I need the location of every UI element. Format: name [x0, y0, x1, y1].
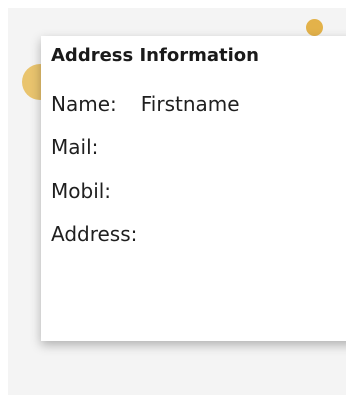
decorative-dot: [306, 19, 323, 36]
name-label: Name:: [51, 92, 117, 116]
mobil-field: Mobil:: [51, 179, 135, 203]
address-information-card: Address Information Name: Firstname Mail:…: [41, 36, 346, 341]
app-background: Address Information Name: Firstname Mail:…: [8, 8, 346, 395]
mobil-label: Mobil:: [51, 179, 112, 203]
address-field: Address:: [51, 222, 161, 246]
address-label: Address:: [51, 222, 138, 246]
card-title: Address Information: [51, 45, 259, 66]
name-value: Firstname: [140, 92, 240, 116]
name-field: Name: Firstname: [51, 92, 240, 116]
mail-label: Mail:: [51, 135, 99, 159]
mail-field: Mail:: [51, 135, 122, 159]
